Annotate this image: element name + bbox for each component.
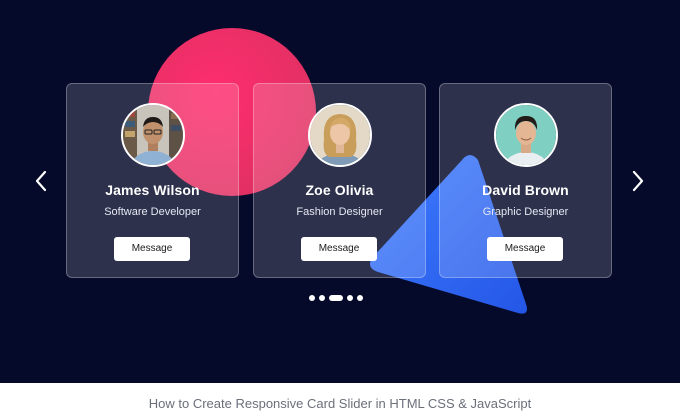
profile-card: Zoe Olivia Fashion Designer Message [253,83,426,278]
man-with-glasses-photo [123,105,183,165]
card-role: Graphic Designer [482,206,569,218]
pagination-dots [309,294,363,302]
avatar [494,103,558,167]
woman-blonde-photo [310,105,370,165]
pagination-dot[interactable] [309,295,315,301]
man-smiling-photo [496,105,556,165]
message-button[interactable]: Message [301,237,377,261]
pagination-dot-active[interactable] [329,295,343,301]
card-name: James Wilson [105,182,200,198]
message-button[interactable]: Message [487,237,563,261]
avatar [121,103,185,167]
pagination-dot[interactable] [319,295,325,301]
slider-stage: James Wilson Software Developer Message … [0,0,680,383]
chevron-left-icon[interactable] [33,169,49,193]
page-caption: How to Create Responsive Card Slider in … [148,396,532,411]
card-role: Software Developer [104,206,201,218]
message-button[interactable]: Message [114,237,190,261]
card-name: David Brown [482,182,569,198]
pagination-dot[interactable] [357,295,363,301]
avatar [308,103,372,167]
profile-card: James Wilson Software Developer Message [66,83,239,278]
card-role: Fashion Designer [296,206,383,218]
profile-card: David Brown Graphic Designer Message [439,83,612,278]
pagination-dot[interactable] [347,295,353,301]
card-name: Zoe Olivia [305,182,374,198]
chevron-right-icon[interactable] [630,169,646,193]
